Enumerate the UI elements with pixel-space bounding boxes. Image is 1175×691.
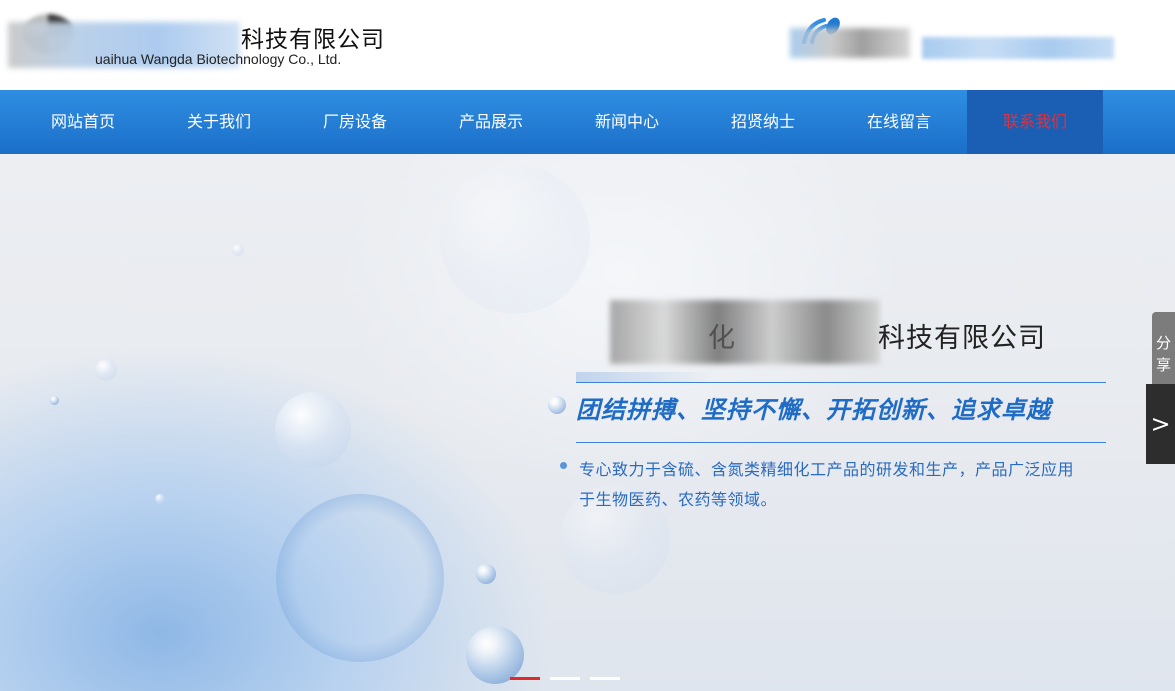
hero-banner[interactable]: 化 科技有限公司 团结拼搏、坚持不懈、开拓创新、追求卓越 专心致力于含硫、含氮类…: [0, 154, 1175, 691]
slide-pagination: [510, 677, 620, 680]
bubble-decoration: [232, 244, 244, 256]
banner-company-partial: 化: [708, 323, 736, 354]
blurred-hotline-label: [790, 28, 910, 58]
bubble-decoration: [276, 494, 444, 662]
company-name-cn: 科技有限公司: [241, 27, 385, 53]
blurred-phone-number: [922, 37, 1114, 59]
blurred-banner-company-name: [610, 300, 880, 364]
share-label-2: 享: [1155, 356, 1171, 374]
banner-company-name: 化 科技有限公司: [708, 316, 1046, 355]
nav-item-careers[interactable]: 招贤纳士: [695, 90, 831, 154]
nav-item-about[interactable]: 关于我们: [151, 90, 287, 154]
next-slide-button[interactable]: >: [1146, 384, 1175, 464]
slide-dot-1[interactable]: [510, 677, 540, 680]
bubble-decoration: [275, 392, 351, 468]
bubble-decoration: [476, 564, 496, 584]
banner-description: 专心致力于含硫、含氮类精细化工产品的研发和生产，产品广泛应用于生物医药、农药等领…: [579, 460, 1075, 509]
banner-content: 化 科技有限公司 团结拼搏、坚持不懈、开拓创新、追求卓越 专心致力于含硫、含氮类…: [560, 294, 1120, 534]
slide-dot-2[interactable]: [550, 677, 580, 680]
banner-company-suffix: 科技有限公司: [878, 323, 1046, 354]
bullet-icon: [560, 462, 567, 469]
nav-item-facilities[interactable]: 厂房设备: [287, 90, 423, 154]
bubble-decoration: [50, 396, 59, 405]
bubble-decoration: [155, 494, 165, 504]
bubble-decoration: [95, 359, 117, 381]
bubble-decoration: [466, 626, 524, 684]
slide-dot-3[interactable]: [590, 677, 620, 680]
company-name-en: uaihua Wangda Biotechnology Co., Ltd.: [95, 51, 342, 67]
nav-item-products[interactable]: 产品展示: [423, 90, 559, 154]
share-label-1: 分: [1155, 334, 1171, 352]
divider: [576, 442, 1106, 443]
nav-item-contact[interactable]: 联系我们: [967, 90, 1103, 154]
nav-item-news[interactable]: 新闻中心: [559, 90, 695, 154]
nav-item-message[interactable]: 在线留言: [831, 90, 967, 154]
banner-slogan: 团结拼搏、坚持不懈、开拓创新、追求卓越: [576, 396, 1051, 424]
nav-item-home[interactable]: 网站首页: [15, 90, 151, 154]
divider: [576, 372, 1106, 383]
bubble-decoration: [440, 164, 590, 314]
site-header: 科技有限公司 uaihua Wangda Biotechnology Co., …: [0, 0, 1175, 90]
main-nav: 网站首页 关于我们 厂房设备 产品展示 新闻中心 招贤纳士 在线留言 联系我们: [0, 90, 1175, 154]
